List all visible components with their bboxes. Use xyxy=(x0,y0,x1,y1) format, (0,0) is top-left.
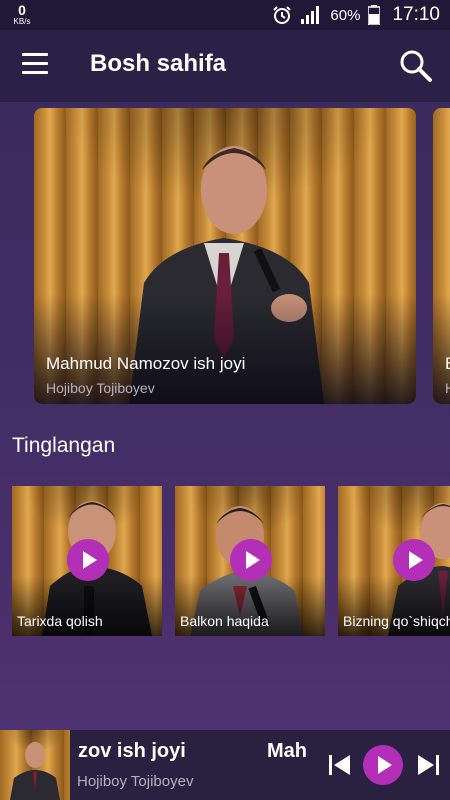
app-bar: Bosh sahifa xyxy=(0,30,450,102)
battery-icon xyxy=(368,5,381,25)
page-title: Bosh sahifa xyxy=(90,50,227,77)
now-playing-subtitle: Hojiboy Tojiboyev xyxy=(77,773,194,790)
signal-icon xyxy=(301,6,320,24)
play-icon[interactable] xyxy=(230,539,272,581)
recent-item-label: Balkon haqida xyxy=(180,613,269,629)
recent-list[interactable]: Tarixda qolish Balkon haqida Bizning qo`… xyxy=(0,486,450,638)
network-speed-unit: KB/s xyxy=(13,17,31,26)
menu-icon[interactable] xyxy=(22,53,48,75)
network-speed: 0 KB/s xyxy=(8,3,36,26)
play-icon[interactable] xyxy=(67,539,109,581)
featured-card[interactable]: Mahmud Namozov ish joyi Hojiboy Tojiboye… xyxy=(34,108,416,404)
now-playing-title-marquee: zov ish joyi Mah xyxy=(70,740,310,768)
featured-card-subtitle: Hojiboy Tojiboyev xyxy=(46,380,155,396)
now-playing-thumbnail[interactable] xyxy=(0,730,70,800)
recent-item-label: Tarixda qolish xyxy=(17,613,103,629)
now-playing-title: zov ish joyi xyxy=(78,740,186,762)
recent-item[interactable]: Tarixda qolish xyxy=(12,486,162,636)
section-title-recent: Tinglangan xyxy=(12,434,116,457)
network-speed-value: 0 xyxy=(18,2,26,18)
now-playing-title-repeat: Mah xyxy=(267,740,307,762)
featured-card-subtitle: H xyxy=(445,380,450,396)
recent-item[interactable]: Bizning qo`shiqchi xyxy=(338,486,450,636)
next-icon[interactable] xyxy=(416,753,440,777)
recent-item[interactable]: Balkon haqida xyxy=(175,486,325,636)
speaker-photo xyxy=(10,742,60,800)
featured-card[interactable]: B H xyxy=(433,108,450,404)
previous-icon[interactable] xyxy=(328,753,352,777)
play-icon[interactable] xyxy=(393,539,435,581)
search-icon[interactable] xyxy=(398,48,434,84)
clock: 17:10 xyxy=(392,4,440,25)
status-bar: 0 KB/s 60% 17:10 xyxy=(0,0,450,30)
alarm-icon xyxy=(273,6,292,24)
mini-player[interactable]: zov ish joyi Mah Hojiboy Tojiboyev xyxy=(0,730,450,800)
battery-percent: 60% xyxy=(330,6,361,24)
play-icon[interactable] xyxy=(363,745,403,785)
featured-carousel[interactable]: Mahmud Namozov ish joyi Hojiboy Tojiboye… xyxy=(0,102,450,414)
featured-card-title: Mahmud Namozov ish joyi xyxy=(46,354,246,373)
featured-card-title: B xyxy=(445,354,450,374)
recent-item-label: Bizning qo`shiqchi xyxy=(343,613,450,629)
